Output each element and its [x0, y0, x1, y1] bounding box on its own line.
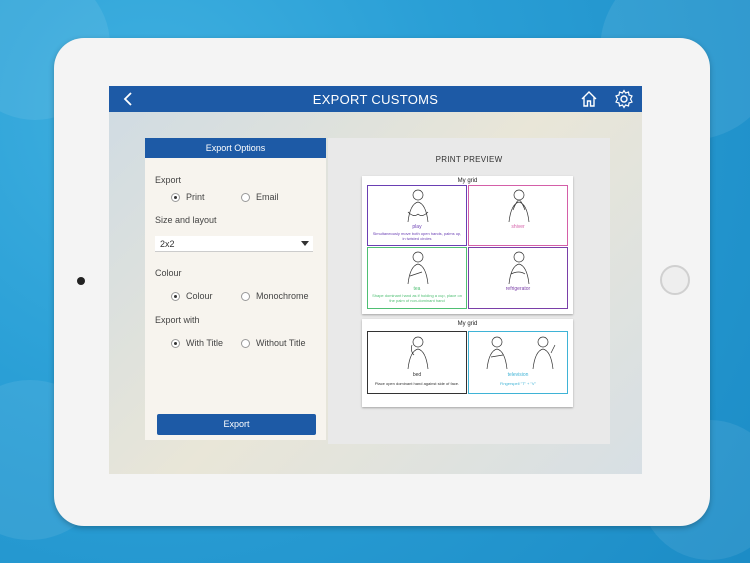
cell-description: Fingerspell "T" + "V" [499, 381, 537, 386]
print-preview-title: PRINT PREVIEW [435, 155, 503, 164]
export-button[interactable]: Export [157, 414, 316, 435]
page-grid-title: My grid [457, 178, 478, 184]
export-with-label: Export with [155, 315, 200, 325]
export-options-panel: Export Options Export Print Email Size a… [145, 138, 326, 440]
grid-cell: tea Shape dominant hand as if holding a … [367, 247, 467, 309]
radio-dot [241, 338, 250, 348]
radio-monochrome[interactable]: Monochrome [241, 291, 309, 301]
page-grid-title: My grid [457, 321, 478, 327]
radio-dot [241, 291, 250, 301]
radio-dot [171, 291, 180, 301]
radio-without-title[interactable]: Without Title [241, 338, 306, 348]
grid-cell: bed Place open dominant hand against sid… [367, 331, 467, 394]
export-label: Export [155, 175, 182, 185]
camera [77, 277, 85, 285]
cell-word: bed [412, 372, 422, 378]
grid-cell: shiver [468, 185, 568, 246]
sign-figure-icon [407, 336, 429, 369]
colour-label: Colour [155, 268, 182, 278]
sign-figure-icon [508, 189, 530, 222]
radio-with-title[interactable]: With Title [171, 338, 223, 348]
radio-dot [241, 192, 250, 202]
radio-print[interactable]: Print [171, 192, 205, 202]
sign-figure-icon [508, 251, 530, 284]
preview-page-1: My grid play Simultaneously move both op… [362, 176, 573, 314]
nav-bar: EXPORT CUSTOMS [109, 86, 642, 112]
cell-word: tea [413, 286, 421, 292]
home-icon[interactable] [579, 89, 599, 109]
cell-description: Place open dominant hand against side of… [374, 381, 460, 386]
grid-cell: play Simultaneously move both open hands… [367, 185, 467, 246]
page-title: EXPORT CUSTOMS [312, 92, 439, 107]
radio-colour[interactable]: Colour [171, 291, 213, 301]
cell-word: shiver [511, 224, 525, 230]
chevron-down-icon [301, 241, 309, 246]
sign-figure-icon [486, 336, 508, 369]
app-screen: EXPORT CUSTOMS Export Options Export Pri… [109, 86, 642, 474]
preview-page-2: My grid bed Place open dominant hand aga… [362, 319, 573, 407]
cell-word: refrigerator [505, 286, 531, 292]
sign-figure-icon [532, 336, 556, 369]
radio-dot [171, 338, 180, 348]
cell-word: television [507, 372, 529, 378]
cell-word: play [412, 224, 422, 230]
radio-email[interactable]: Email [241, 192, 279, 202]
cell-description: Simultaneously move both open hands, pal… [372, 231, 462, 241]
size-layout-select[interactable]: 2x2 [155, 236, 313, 252]
sign-figure-icon [407, 251, 429, 284]
grid-cell: television Fingerspell "T" + "V" [468, 331, 568, 394]
size-layout-label: Size and layout [155, 215, 217, 225]
grid-cell: refrigerator [468, 247, 568, 309]
cell-description: Shape dominant hand as if holding a cup,… [372, 293, 462, 303]
home-button[interactable] [660, 265, 690, 295]
sign-figure-icon [407, 189, 429, 222]
export-options-header: Export Options [145, 138, 326, 158]
print-preview-panel: PRINT PREVIEW My grid play Simultaneousl… [328, 138, 610, 444]
radio-dot [171, 192, 180, 202]
gear-icon[interactable] [614, 89, 634, 109]
